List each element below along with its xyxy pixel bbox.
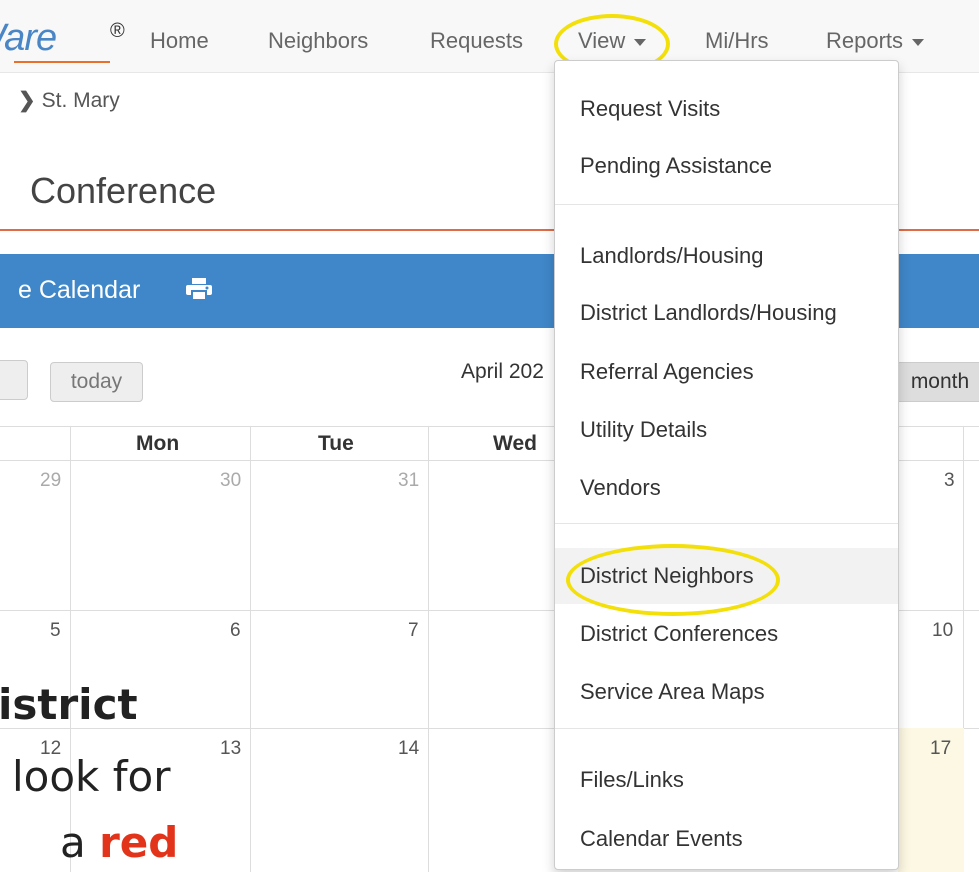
calendar-header-label: e Calendar <box>18 276 141 304</box>
overlay-line-1: istrict <box>0 680 138 729</box>
menu-item-referral-agencies[interactable]: Referral Agencies <box>555 344 898 400</box>
grid-line <box>70 426 71 872</box>
overlay-line-3: a red <box>60 818 178 867</box>
menu-item-files-links[interactable]: Files/Links <box>555 752 898 808</box>
chevron-right-icon: ❯ <box>18 89 36 112</box>
day-number: 13 <box>220 738 242 759</box>
menu-divider <box>555 523 898 524</box>
day-number: 17 <box>930 738 952 759</box>
day-header-tue: Tue <box>318 432 354 455</box>
overlay-prefix: a <box>60 818 100 867</box>
day-header-wed: Wed <box>493 432 537 455</box>
app-logo[interactable]: Ware <box>0 18 57 58</box>
day-number: 14 <box>398 738 420 759</box>
grid-line <box>250 426 251 872</box>
grid-line <box>428 426 429 872</box>
district-neighbors-highlight-circle <box>566 544 780 616</box>
nav-reports[interactable]: Reports <box>826 28 925 54</box>
today-cell: 17 <box>898 728 964 872</box>
page-title: Conference <box>30 170 217 211</box>
nav-mihrs[interactable]: Mi/Hrs <box>705 28 769 54</box>
overlay-line-2: look for <box>12 752 171 801</box>
day-header-mon: Mon <box>136 432 180 455</box>
day-number: 30 <box>220 470 242 491</box>
menu-divider <box>555 204 898 205</box>
day-number: 5 <box>50 620 61 641</box>
day-number: 31 <box>398 470 420 491</box>
day-number: 3 <box>944 470 955 491</box>
month-view-button[interactable]: month <box>890 362 979 402</box>
breadcrumb-item[interactable]: St. Mary <box>42 89 120 112</box>
breadcrumb: ❯ St. Mary <box>18 88 120 113</box>
menu-item-pending-assistance[interactable]: Pending Assistance <box>555 138 898 194</box>
menu-item-district-conferences[interactable]: District Conferences <box>555 606 898 662</box>
printer-icon[interactable] <box>186 278 212 300</box>
registered-mark: ® <box>110 20 125 42</box>
day-number: 7 <box>408 620 419 641</box>
menu-item-landlords-housing[interactable]: Landlords/Housing <box>555 228 898 284</box>
menu-divider <box>555 728 898 729</box>
menu-item-district-landlords-housing[interactable]: District Landlords/Housing <box>555 285 898 341</box>
nav-neighbors[interactable]: Neighbors <box>268 28 368 54</box>
menu-item-utility-details[interactable]: Utility Details <box>555 402 898 458</box>
menu-item-request-visits[interactable]: Request Visits <box>555 81 898 137</box>
day-number: 29 <box>40 470 62 491</box>
overlay-bold-text: istrict <box>0 680 138 729</box>
nav-home[interactable]: Home <box>150 28 209 54</box>
menu-item-service-area-maps[interactable]: Service Area Maps <box>555 664 898 720</box>
overlay-red-text: red <box>99 818 179 867</box>
nav-reports-label: Reports <box>826 28 904 53</box>
nav-arrow-button[interactable] <box>0 360 28 400</box>
logo-underline <box>14 61 110 63</box>
today-button[interactable]: today <box>50 362 143 402</box>
nav-requests[interactable]: Requests <box>430 28 523 54</box>
menu-item-calendar-events[interactable]: Calendar Events <box>555 811 898 867</box>
month-title: April 202 <box>461 360 544 383</box>
day-number: 10 <box>932 620 954 641</box>
day-number: 6 <box>230 620 241 641</box>
menu-item-vendors[interactable]: Vendors <box>555 460 898 516</box>
caret-down-icon <box>912 38 925 46</box>
view-dropdown-menu: Request Visits Pending Assistance Landlo… <box>554 60 899 870</box>
